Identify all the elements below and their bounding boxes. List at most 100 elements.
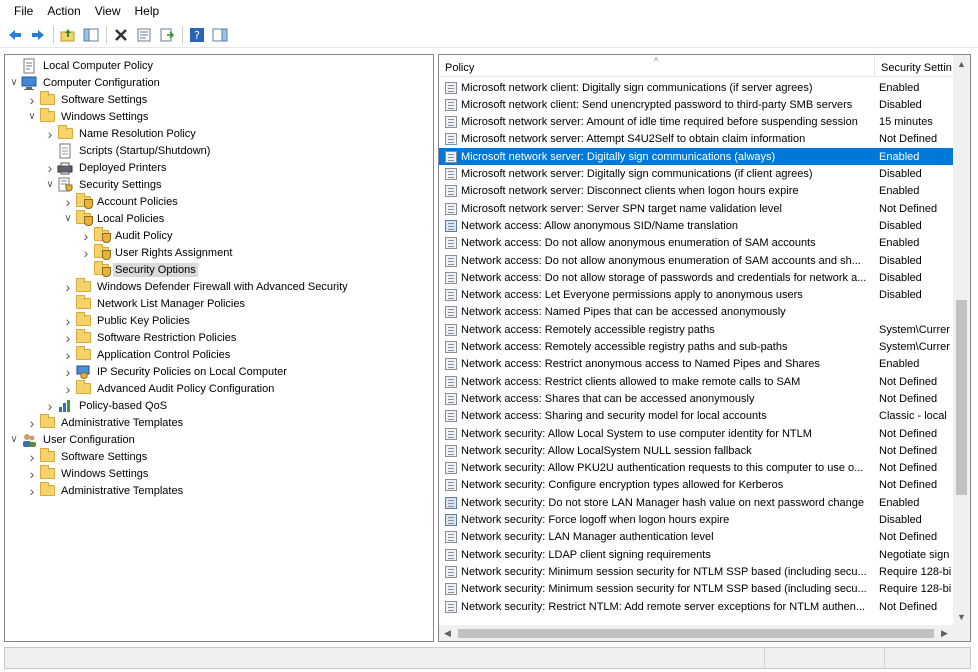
policy-row[interactable]: Network security: Minimum session securi… [439,581,953,598]
policy-row[interactable]: Network security: Allow Local System to … [439,425,953,442]
expand-chevron-icon[interactable]: › [43,125,57,142]
scroll-down-icon[interactable]: ▼ [953,608,970,625]
policy-row[interactable]: Network security: Configure encryption t… [439,477,953,494]
policy-row[interactable]: Network access: Sharing and security mod… [439,408,953,425]
expand-chevron-icon[interactable]: › [25,448,39,465]
policy-row[interactable]: Microsoft network server: Disconnect cli… [439,183,953,200]
policy-row[interactable]: Network access: Remotely accessible regi… [439,339,953,356]
expand-chevron-icon[interactable]: › [79,227,93,244]
expand-chevron-icon[interactable]: › [61,312,75,329]
policy-row[interactable]: Network security: Restrict NTLM: Add rem… [439,598,953,615]
policy-row[interactable]: Microsoft network client: Send unencrypt… [439,96,953,113]
collapse-chevron-icon[interactable]: ∨ [7,74,21,91]
tree-local-computer-policy[interactable]: Local Computer Policy [7,57,155,74]
tree-security-options[interactable]: Security Options [79,261,198,278]
tree-computer-configuration[interactable]: ∨ Computer Configuration [7,74,162,91]
policy-row[interactable]: Network security: LDAP client signing re… [439,546,953,563]
policy-row[interactable]: Network security: Allow PKU2U authentica… [439,460,953,477]
policy-row[interactable]: Network access: Shares that can be acces… [439,390,953,407]
tree-account-policies[interactable]: › Account Policies [61,193,180,210]
back-arrow-icon[interactable] [6,26,24,44]
horizontal-scroll-thumb[interactable] [458,629,934,638]
tree-user-software-settings[interactable]: › Software Settings [25,448,149,465]
policy-row[interactable]: Microsoft network server: Digitally sign… [439,148,953,166]
policy-row[interactable]: Microsoft network server: Digitally sign… [439,166,953,183]
tree-network-list-manager[interactable]: Network List Manager Policies [61,295,247,312]
console-tree-pane[interactable]: Local Computer Policy ∨ Computer Configura… [4,54,434,642]
tree-security-settings[interactable]: ∨ Security Settings [43,176,164,193]
help-icon[interactable]: ? [188,26,206,44]
tree-advanced-audit[interactable]: › Advanced Audit Policy Configuration [61,380,276,397]
policy-row[interactable]: Network security: Minimum session securi… [439,563,953,580]
policy-row[interactable]: Network access: Do not allow anonymous e… [439,252,953,269]
up-folder-icon[interactable] [59,26,77,44]
expand-chevron-icon[interactable]: › [43,159,57,176]
policy-row[interactable]: Network access: Named Pipes that can be … [439,304,953,321]
expand-chevron-icon[interactable]: › [25,482,39,499]
policy-row[interactable]: Network security: Force logoff when logo… [439,512,953,529]
expand-chevron-icon[interactable]: › [61,363,75,380]
policy-row[interactable]: Microsoft network server: Attempt S4U2Se… [439,131,953,148]
expand-chevron-icon[interactable]: › [61,346,75,363]
expand-chevron-icon[interactable]: › [25,414,39,431]
tree-windows-settings[interactable]: ∨ Windows Settings [25,108,150,125]
collapse-chevron-icon[interactable]: ∨ [61,210,75,227]
policy-row[interactable]: Network access: Allow anonymous SID/Name… [439,217,953,234]
policy-row[interactable]: Network access: Restrict anonymous acces… [439,356,953,373]
collapse-chevron-icon[interactable]: ∨ [25,108,39,125]
policy-row[interactable]: Network access: Do not allow storage of … [439,269,953,286]
scroll-left-icon[interactable]: ◀ [439,625,456,641]
delete-icon[interactable] [112,26,130,44]
policy-row[interactable]: Network access: Do not allow anonymous e… [439,235,953,252]
show-action-pane-icon[interactable] [211,26,229,44]
expand-chevron-icon[interactable]: › [43,397,57,414]
expand-chevron-icon[interactable]: › [25,465,39,482]
menu-view[interactable]: View [89,2,127,20]
tree-software-settings[interactable]: › Software Settings [25,91,149,108]
vertical-scrollbar[interactable]: ▲ ▼ [953,55,970,625]
policy-row[interactable]: Microsoft network server: Amount of idle… [439,114,953,131]
expand-chevron-icon[interactable]: › [79,244,93,261]
policy-row[interactable]: Microsoft network client: Digitally sign… [439,79,953,96]
tree-deployed-printers[interactable]: › Deployed Printers [43,159,168,176]
tree-software-restriction[interactable]: › Software Restriction Policies [61,329,238,346]
tree-public-key-policies[interactable]: › Public Key Policies [61,312,192,329]
tree-application-control[interactable]: › Application Control Policies [61,346,232,363]
tree-policy-based-qos[interactable]: › Policy-based QoS [43,397,169,414]
tree-user-windows-settings[interactable]: › Windows Settings [25,465,150,482]
expand-chevron-icon[interactable]: › [61,193,75,210]
tree-user-admin-templates[interactable]: › Administrative Templates [25,482,185,499]
policy-list-pane[interactable]: Policy ^ Security Settin Microsoft netwo… [438,54,971,642]
expand-chevron-icon[interactable]: › [25,91,39,108]
tree-admin-templates-computer[interactable]: › Administrative Templates [25,414,185,431]
tree-ip-security[interactable]: › IP Security Policies on Local Computer [61,363,289,380]
show-hide-tree-icon[interactable] [82,26,100,44]
export-list-icon[interactable] [158,26,176,44]
collapse-chevron-icon[interactable]: ∨ [43,176,57,193]
tree-scripts[interactable]: Scripts (Startup/Shutdown) [43,142,212,159]
tree-user-configuration[interactable]: ∨ User Configuration [7,431,137,448]
column-header-security-setting[interactable]: Security Settin [875,55,953,77]
properties-icon[interactable] [135,26,153,44]
menu-action[interactable]: Action [41,2,86,20]
policy-row[interactable]: Microsoft network server: Server SPN tar… [439,200,953,217]
collapse-chevron-icon[interactable]: ∨ [7,431,21,448]
expand-chevron-icon[interactable]: › [61,278,75,295]
horizontal-scrollbar[interactable]: ◀ ▶ [439,625,953,641]
expand-chevron-icon[interactable]: › [61,329,75,346]
menu-help[interactable]: Help [129,2,166,20]
policy-row[interactable]: Network security: Do not store LAN Manag… [439,494,953,511]
policy-row[interactable]: Network access: Restrict clients allowed… [439,373,953,390]
policy-row[interactable]: Network access: Remotely accessible regi… [439,321,953,338]
tree-defender-firewall[interactable]: › Windows Defender Firewall with Advanced… [61,278,350,295]
scroll-right-icon[interactable]: ▶ [936,625,953,641]
tree-local-policies[interactable]: ∨ Local Policies [61,210,166,227]
scroll-up-icon[interactable]: ▲ [953,55,970,72]
forward-arrow-icon[interactable] [29,26,47,44]
policy-row[interactable]: Network security: LAN Manager authentica… [439,529,953,546]
tree-user-rights-assignment[interactable]: › User Rights Assignment [79,244,234,261]
tree-audit-policy[interactable]: › Audit Policy [79,227,174,244]
vertical-scroll-thumb[interactable] [956,300,967,495]
tree-name-resolution-policy[interactable]: › Name Resolution Policy [43,125,198,142]
menu-file[interactable]: File [8,2,39,20]
